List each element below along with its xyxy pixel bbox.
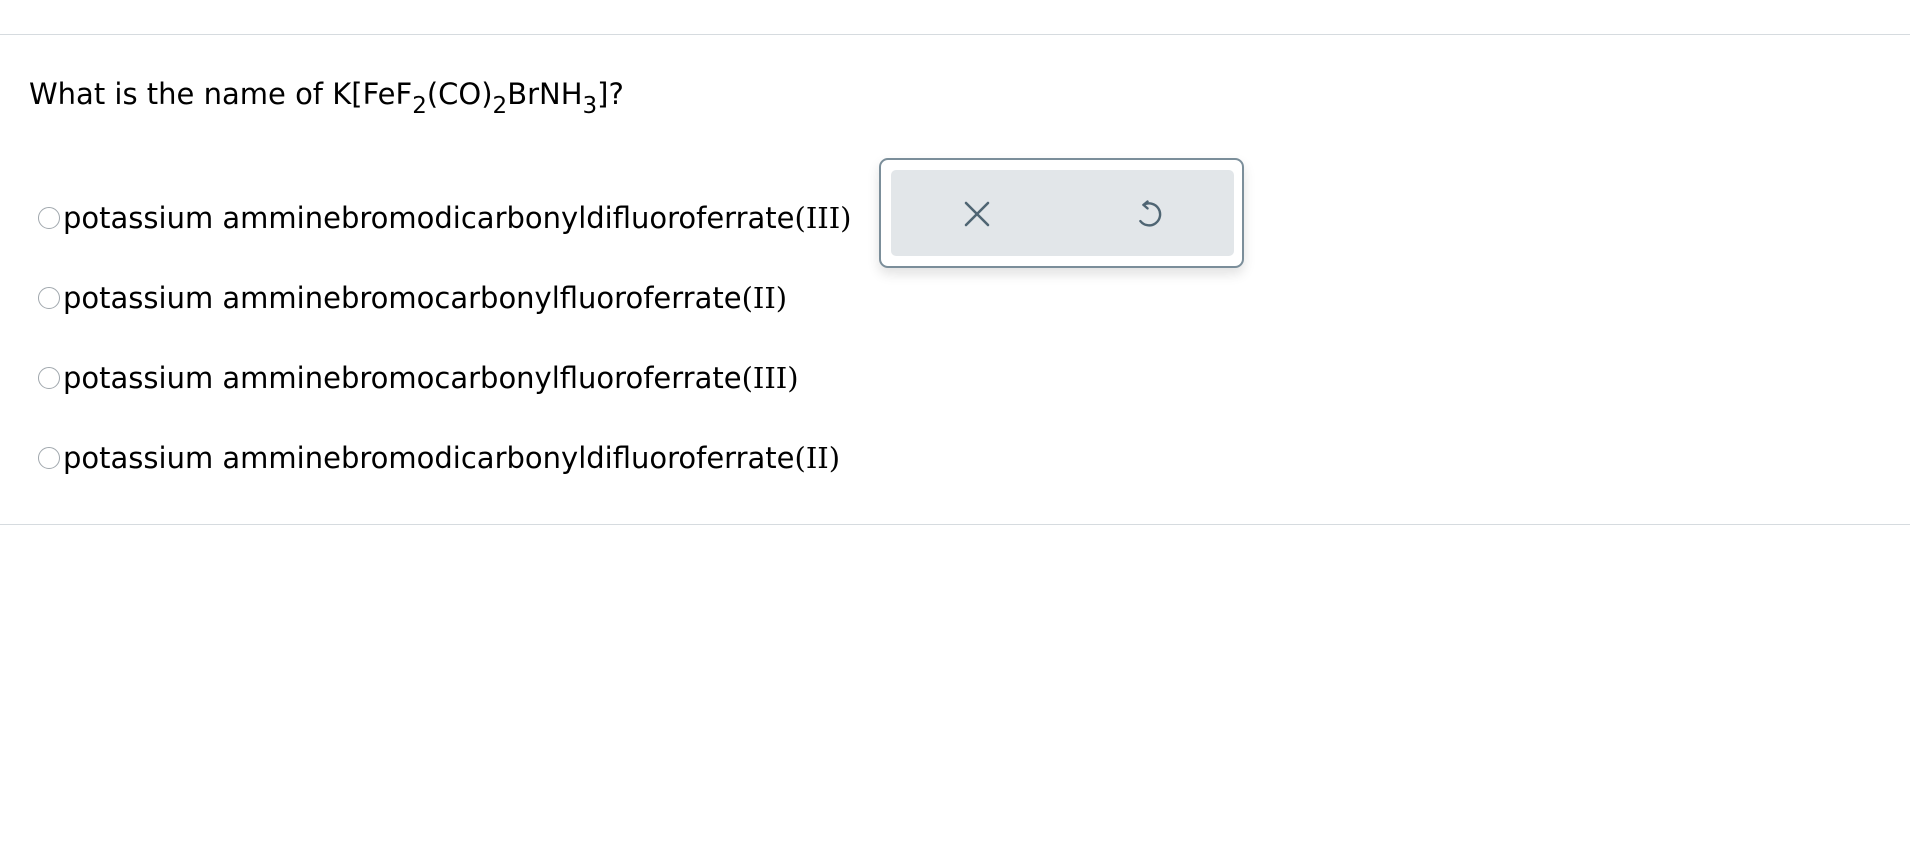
answer-options: potassium amminebromodicarbonyldifluorof… [38,196,852,516]
answer-option-3[interactable]: potassium amminebromocarbonylfluoroferra… [38,356,852,400]
clear-answer-button[interactable] [955,192,999,236]
radio-button[interactable] [38,447,60,469]
top-divider [0,34,1910,35]
radio-button[interactable] [38,287,60,309]
radio-button[interactable] [38,207,60,229]
answer-toolbar [879,158,1244,268]
question-text: What is the name of K[FeF2(CO)2BrNH3]? [29,77,624,119]
close-icon [964,201,990,227]
answer-option-4[interactable]: potassium amminebromodicarbonyldifluorof… [38,436,852,480]
bottom-divider [0,524,1910,525]
answer-option-label: potassium amminebromodicarbonyldifluorof… [63,441,841,475]
question-page: What is the name of K[FeF2(CO)2BrNH3]? p… [0,0,1910,856]
undo-icon [1139,200,1162,227]
answer-option-label: potassium amminebromocarbonylfluoroferra… [63,281,788,315]
radio-button[interactable] [38,367,60,389]
answer-option-label: potassium amminebromodicarbonyldifluorof… [63,201,852,235]
answer-option-1[interactable]: potassium amminebromodicarbonyldifluorof… [38,196,852,240]
answer-option-2[interactable]: potassium amminebromocarbonylfluoroferra… [38,276,852,320]
answer-option-label: potassium amminebromocarbonylfluoroferra… [63,361,799,395]
reset-answer-button[interactable] [1127,192,1171,236]
toolbar-inner [891,170,1234,256]
